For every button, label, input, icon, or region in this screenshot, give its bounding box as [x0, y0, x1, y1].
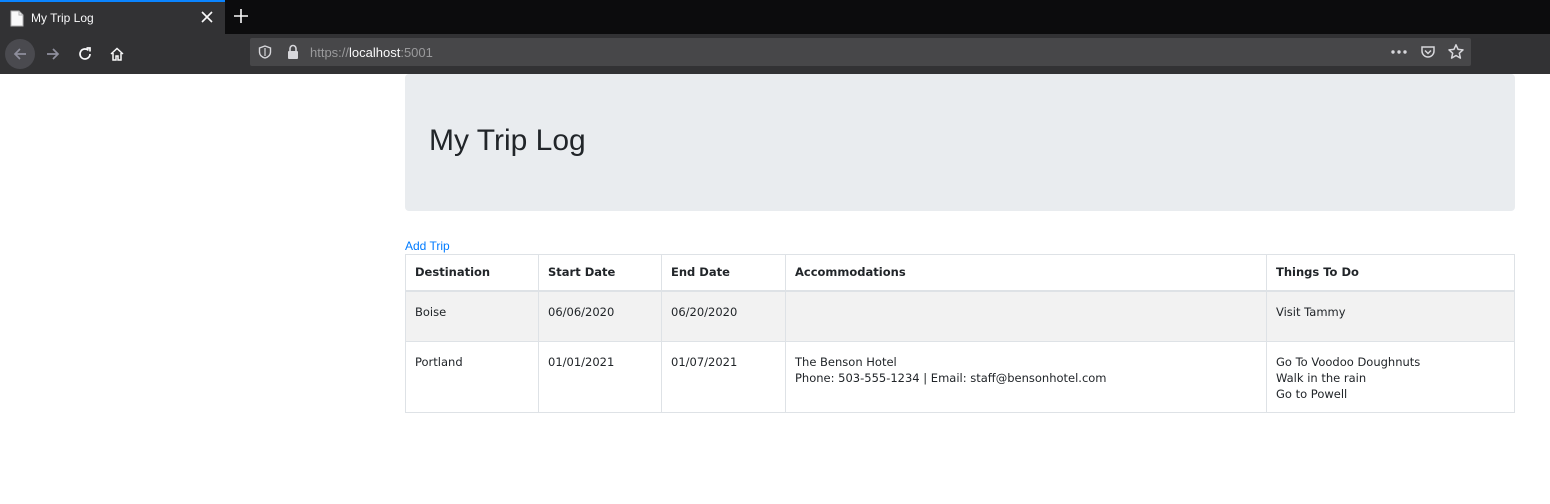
- cell-end-date: 06/20/2020: [661, 290, 786, 342]
- cell-accommodations: The Benson Hotel Phone: 503-555-1234 | E…: [785, 341, 1267, 413]
- table-header-row: Destination Start Date End Date Accommod…: [405, 254, 1515, 292]
- reload-icon: [79, 47, 91, 60]
- trips-table: Destination Start Date End Date Accommod…: [405, 254, 1515, 413]
- cell-things-to-do: Go To Voodoo Doughnuts Walk in the rain …: [1266, 341, 1515, 413]
- jumbotron-header: My Trip Log: [405, 74, 1515, 211]
- new-tab-icon[interactable]: [231, 6, 251, 26]
- cell-end-date: 01/07/2021: [661, 341, 786, 413]
- pocket-icon[interactable]: [1420, 44, 1436, 60]
- url-text[interactable]: https://localhost:5001: [310, 45, 433, 60]
- column-header-start-date: Start Date: [538, 254, 662, 292]
- lock-icon[interactable]: [286, 44, 300, 60]
- column-header-end-date: End Date: [661, 254, 786, 292]
- url-port: :5001: [400, 45, 433, 60]
- column-header-things-to-do: Things To Do: [1266, 254, 1515, 292]
- browser-tab[interactable]: My Trip Log: [0, 0, 225, 34]
- table-row: Portland 01/01/2021 01/07/2021 The Benso…: [405, 341, 1515, 413]
- address-bar[interactable]: https://localhost:5001: [250, 38, 1471, 66]
- forward-button[interactable]: [38, 39, 68, 69]
- browser-toolbar: https://localhost:5001: [0, 34, 1550, 74]
- back-button[interactable]: [5, 39, 35, 69]
- browser-tab-bar: My Trip Log: [0, 0, 1550, 34]
- tab-title: My Trip Log: [31, 11, 94, 25]
- cell-accommodations: [785, 290, 1267, 342]
- accommodation-contact: Phone: 503-555-1234 | Email: staff@benso…: [795, 371, 1107, 385]
- cell-destination: Portland: [405, 341, 539, 413]
- arrow-right-icon: [47, 48, 60, 60]
- shield-icon[interactable]: [258, 45, 272, 59]
- thing-to-do: Go To Voodoo Doughnuts: [1276, 355, 1421, 369]
- url-host: localhost: [349, 45, 401, 60]
- cell-start-date: 01/01/2021: [538, 341, 662, 413]
- cell-things-to-do: Visit Tammy: [1266, 290, 1515, 342]
- column-header-accommodations: Accommodations: [785, 254, 1267, 292]
- reload-button[interactable]: [70, 39, 100, 69]
- bookmark-star-icon[interactable]: [1447, 43, 1465, 61]
- page-title: My Trip Log: [429, 124, 586, 157]
- close-icon[interactable]: [199, 9, 215, 25]
- url-scheme: https://: [310, 45, 350, 60]
- accommodation-name: The Benson Hotel: [795, 355, 897, 369]
- thing-to-do: Visit Tammy: [1276, 304, 1346, 319]
- page-icon: [10, 10, 24, 27]
- add-trip-link[interactable]: Add Trip: [405, 239, 450, 253]
- table-row: Boise 06/06/2020 06/20/2020 Visit Tammy: [405, 290, 1515, 342]
- arrow-left-icon: [13, 48, 26, 60]
- home-button[interactable]: [102, 39, 132, 69]
- home-icon: [110, 47, 124, 61]
- cell-destination: Boise: [405, 290, 539, 342]
- thing-to-do: Walk in the rain: [1276, 371, 1367, 385]
- thing-to-do: Go to Powell: [1276, 387, 1348, 401]
- column-header-destination: Destination: [405, 254, 539, 292]
- cell-start-date: 06/06/2020: [538, 290, 662, 342]
- more-actions-icon[interactable]: [1390, 44, 1408, 60]
